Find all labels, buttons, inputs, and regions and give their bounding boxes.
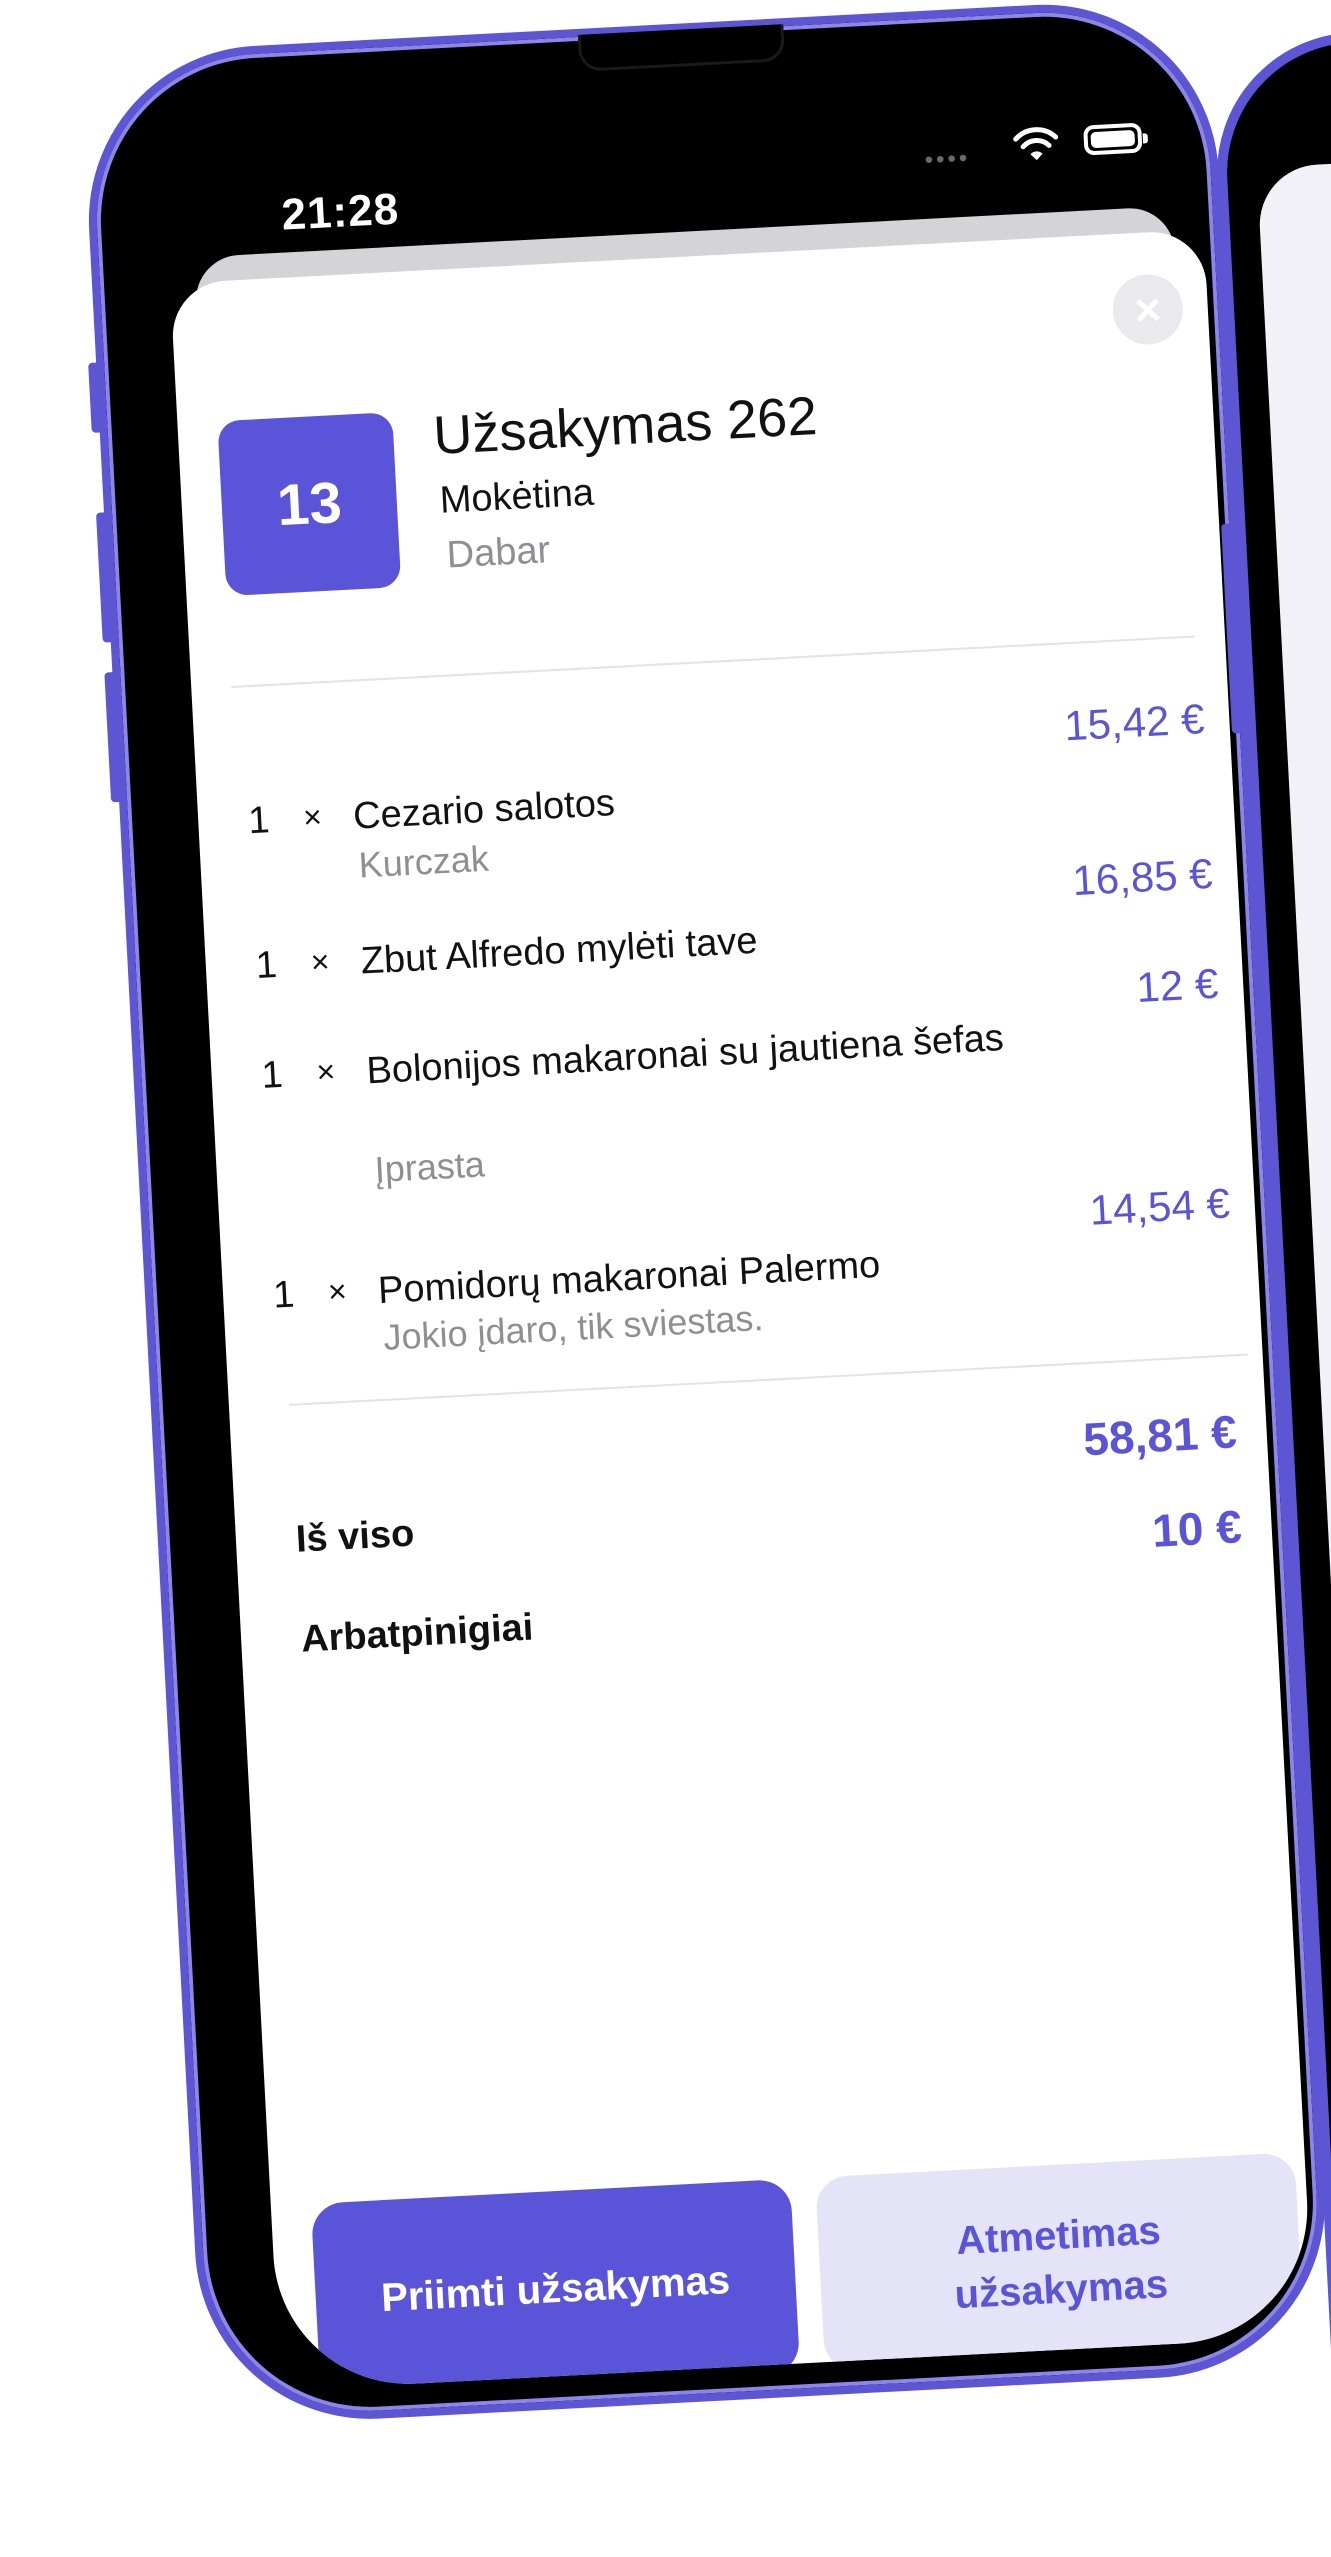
status-time: 21:28 bbox=[280, 184, 401, 240]
item-quantity: 1 bbox=[247, 799, 271, 843]
payment-status: Mokėtina bbox=[438, 471, 595, 522]
tip-label: Arbatpinigiai bbox=[300, 1606, 535, 1661]
table-number-badge: 13 bbox=[217, 412, 402, 597]
item-quantity: 1 bbox=[272, 1273, 296, 1317]
reject-order-button[interactable]: Atmetimas užsakymas bbox=[815, 2152, 1305, 2373]
accept-order-button[interactable]: Priimti užsakymas bbox=[310, 2178, 801, 2391]
volume-down-button bbox=[104, 671, 124, 803]
accept-order-label: Priimti užsakymas bbox=[380, 2257, 731, 2320]
scene: 21:28 •••• × 13 Užsakymas 262 Mokėtina D… bbox=[0, 0, 1331, 2557]
close-icon[interactable]: × bbox=[1110, 272, 1185, 347]
item-price: 16,85 € bbox=[1071, 849, 1214, 905]
total-value: 58,81 € bbox=[1081, 1405, 1238, 1466]
side-button bbox=[88, 362, 104, 433]
item-price: 14,54 € bbox=[1088, 1179, 1231, 1234]
order-title: Užsakymas 262 bbox=[431, 385, 819, 466]
battery-icon bbox=[1083, 122, 1143, 156]
item-name: Bolonijos makaronai su jautiena šefas bbox=[365, 1017, 1005, 1093]
volume-up-button bbox=[95, 512, 115, 643]
header-divider bbox=[231, 635, 1196, 688]
tip-value: 10 € bbox=[1150, 1500, 1243, 1557]
notch bbox=[577, 24, 786, 72]
item-quantity: 1 bbox=[254, 943, 279, 988]
item-name: Zbut Alfredo mylėti tave bbox=[359, 919, 759, 983]
wifi-icon bbox=[1013, 127, 1059, 161]
reject-order-label: Atmetimas užsakymas bbox=[953, 2207, 1170, 2317]
item-note: Kurczak bbox=[357, 837, 490, 886]
phone-frame: 21:28 •••• × 13 Užsakymas 262 Mokėtina D… bbox=[80, 0, 1331, 2428]
item-quantity: 1 bbox=[260, 1053, 284, 1097]
multiply-icon: × bbox=[309, 943, 331, 981]
order-item: 1 × Cezario salotos Kurczak 15,42 € bbox=[247, 695, 1206, 885]
item-price: 15,42 € bbox=[1063, 695, 1206, 750]
items-divider bbox=[288, 1353, 1248, 1406]
multiply-icon: × bbox=[302, 798, 323, 836]
order-sheet: × 13 Užsakymas 262 Mokėtina Dabar 1 × Ce… bbox=[170, 229, 1315, 2391]
total-label: Iš viso bbox=[294, 1512, 416, 1561]
order-time: Dabar bbox=[445, 529, 552, 577]
multiply-icon: × bbox=[315, 1053, 337, 1090]
order-item: 1 × Bolonijos makaronai su jautiena šefa… bbox=[261, 960, 1220, 1190]
multiply-icon: × bbox=[327, 1272, 348, 1310]
item-name: Cezario salotos bbox=[352, 782, 616, 838]
order-item: 1 × Zbut Alfredo mylėti tave 16,85 € bbox=[255, 850, 1214, 987]
signal-dots-icon: •••• bbox=[923, 144, 971, 174]
item-note: Įprasta bbox=[373, 1143, 486, 1191]
item-price: 12 € bbox=[1135, 959, 1220, 1011]
order-item: 1 × Pomidorų makaronai Palermo Jokio įda… bbox=[272, 1179, 1231, 1357]
